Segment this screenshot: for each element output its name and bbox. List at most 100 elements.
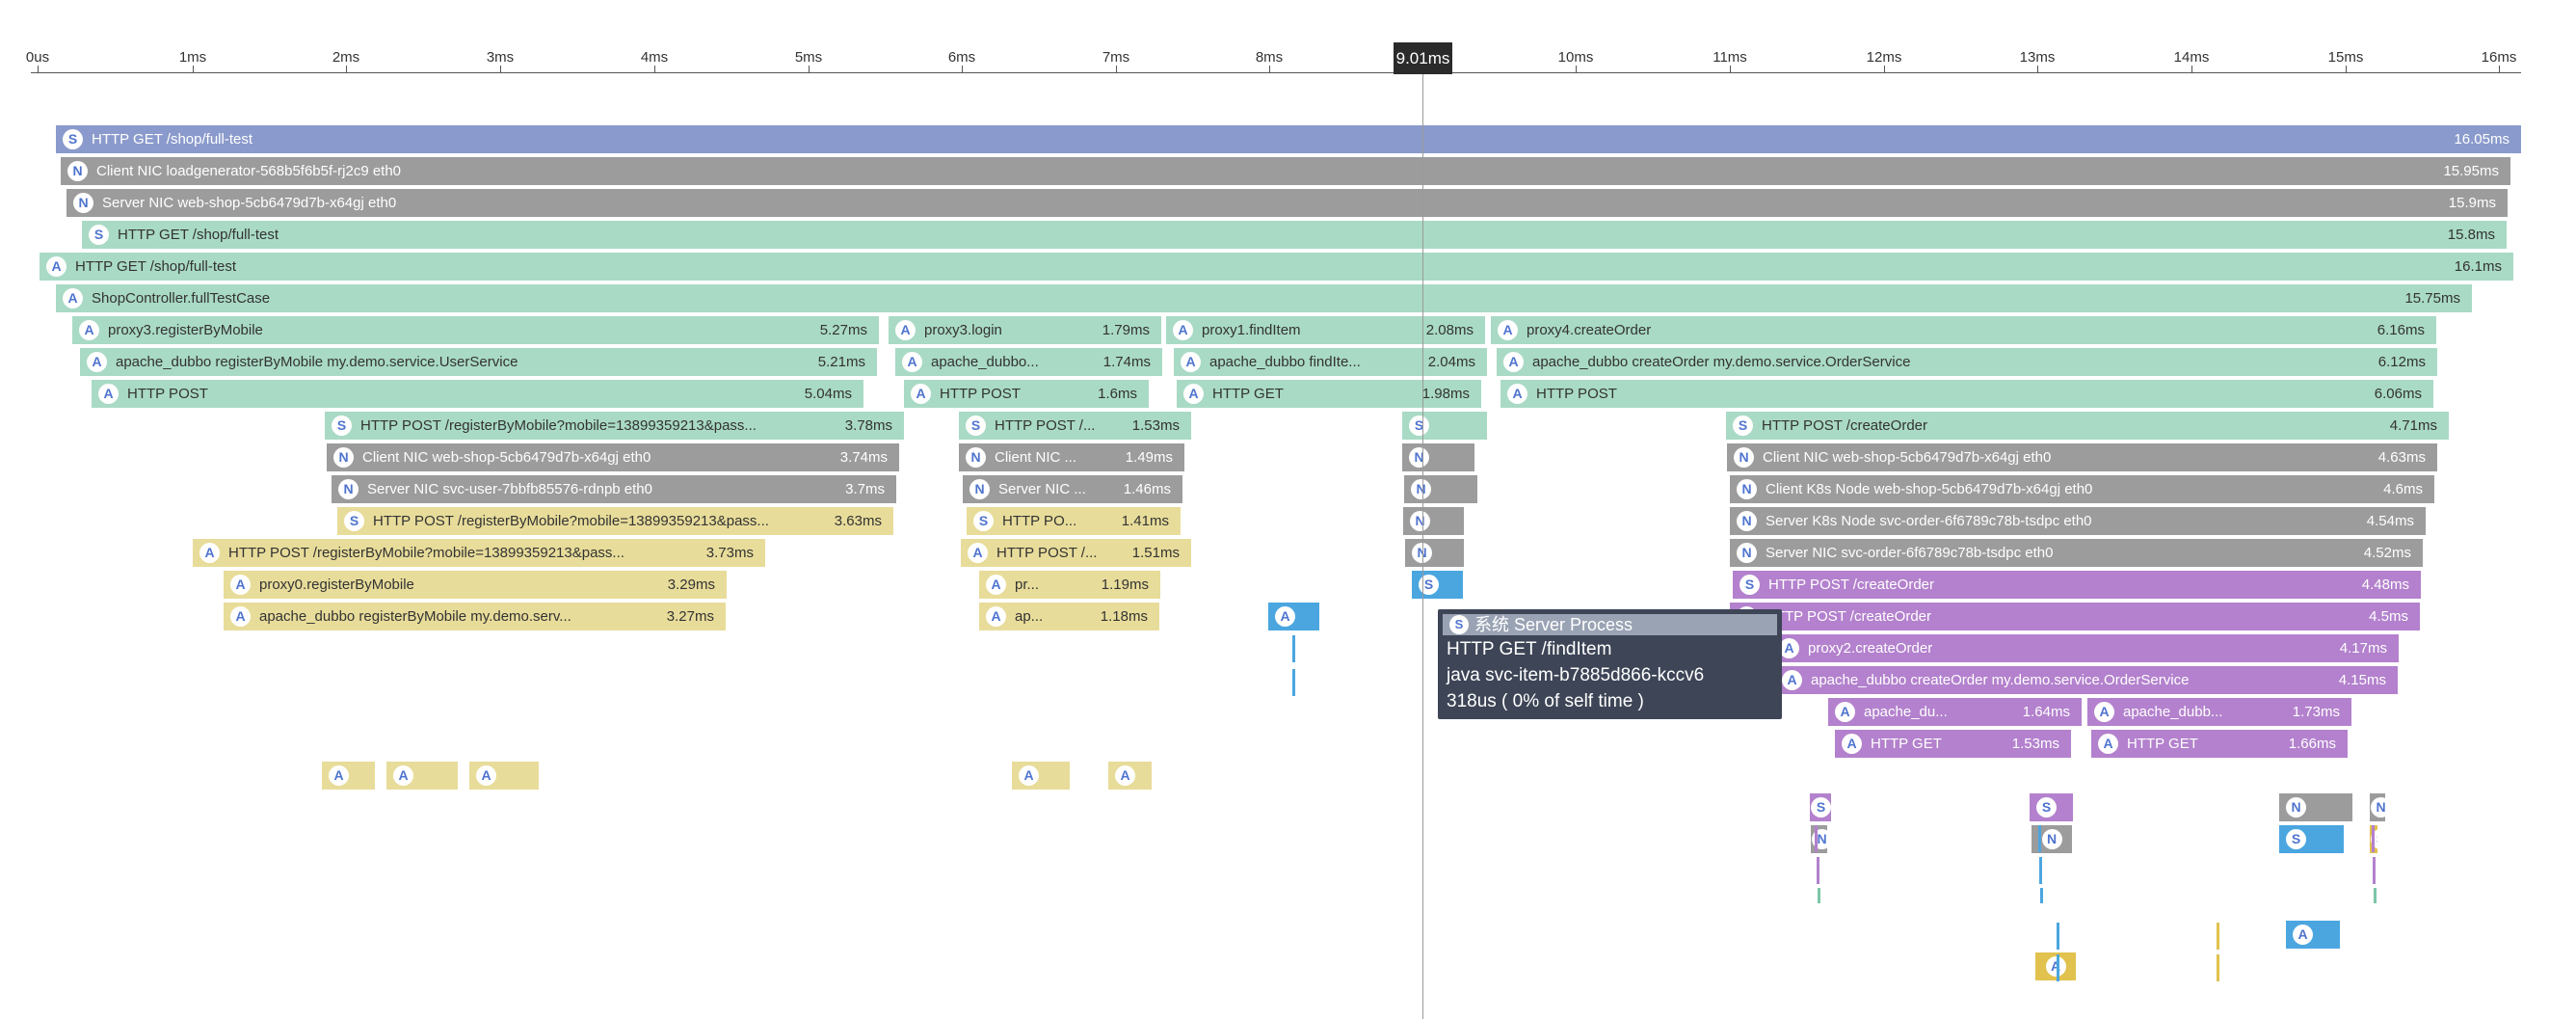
span-bar[interactable]: Aproxy3.login 1.79ms bbox=[889, 316, 1161, 344]
span-bar[interactable]: N Client NIC loadgenerator-568b5f6b5f-rj2… bbox=[61, 157, 2510, 185]
span-stick[interactable] bbox=[2039, 857, 2042, 884]
span-bar[interactable]: A HTTP POST 1.6ms bbox=[904, 380, 1149, 408]
span-stick[interactable] bbox=[2057, 954, 2059, 981]
span-bar[interactable]: S HTTP POST /... 1.53ms bbox=[959, 412, 1191, 440]
span-bar[interactable]: N Server NIC web-shop-5cb6479d7b-x64gj et… bbox=[66, 189, 2508, 217]
span-bar[interactable]: S HTTP GET /shop/full-test 15.8ms bbox=[82, 221, 2507, 249]
span-bar[interactable]: S HTTP POST /registerByMobile?mobile=1389… bbox=[325, 412, 904, 440]
span-bar[interactable]: A bbox=[2286, 921, 2340, 949]
span-stick[interactable] bbox=[1817, 857, 1819, 884]
span-bar[interactable]: S HTTP GET /shop/full-test 16.05ms bbox=[56, 125, 2521, 153]
span-stick[interactable] bbox=[2040, 888, 2043, 903]
span-bar[interactable]: Aproxy2.createOrder 4.17ms bbox=[1772, 634, 2399, 662]
tick-mark bbox=[1269, 66, 1270, 73]
tick-label: 5ms bbox=[794, 49, 823, 66]
span-bar[interactable]: S HTTP POST /createOrder 4.71ms bbox=[1726, 412, 2449, 440]
span-name: HTTP POST /... bbox=[995, 417, 1096, 434]
span-stick[interactable] bbox=[1292, 669, 1295, 696]
span-bar[interactable]: Aproxy4.createOrder 6.16ms bbox=[1491, 316, 2436, 344]
span-bar[interactable]: A HTTP GET 1.98ms bbox=[1177, 380, 1481, 408]
span-name: HTTP POST /... bbox=[996, 545, 1098, 561]
span-bar[interactable]: Aproxy0.registerByMobile 3.29ms bbox=[224, 571, 727, 599]
span-stick[interactable] bbox=[2217, 923, 2219, 950]
span-bar[interactable]: A bbox=[386, 762, 458, 790]
span-bar[interactable]: Aapache_dubbo registerByMobile my.demo.s… bbox=[80, 348, 877, 376]
span-bar[interactable]: Aapache_dubbo registerByMobile my.demo.s… bbox=[224, 603, 726, 630]
span-stick[interactable] bbox=[1815, 825, 1818, 852]
span-bar[interactable]: N Server K8s Node svc-order-6f6789c78b-ts… bbox=[1730, 507, 2426, 535]
span-bar[interactable]: Apr... 1.19ms bbox=[979, 571, 1160, 599]
span-bar[interactable]: A bbox=[1012, 762, 1070, 790]
span-bar[interactable]: A HTTP POST 6.06ms bbox=[1500, 380, 2433, 408]
span-bar[interactable]: S HTTP POST /registerByMobile?mobile=1389… bbox=[337, 507, 893, 535]
span-type-badge: S bbox=[1409, 416, 1429, 436]
span-bar[interactable]: A bbox=[1268, 603, 1319, 630]
span-bar[interactable]: N Client NIC web-shop-5cb6479d7b-x64gj et… bbox=[327, 443, 899, 471]
span-type-badge: N bbox=[1410, 511, 1430, 531]
span-duration: 1.6ms bbox=[1098, 386, 1137, 402]
span-bar[interactable]: N bbox=[2370, 793, 2385, 821]
span-bar[interactable]: Aapache_dubbo createOrder my.demo.servic… bbox=[1497, 348, 2437, 376]
span-stick[interactable] bbox=[1818, 888, 1820, 903]
span-stick[interactable] bbox=[2038, 825, 2041, 852]
span-bar[interactable]: Aap... 1.18ms bbox=[979, 603, 1159, 630]
span-duration: 5.27ms bbox=[819, 322, 867, 338]
span-bar[interactable]: S bbox=[2030, 793, 2073, 821]
span-bar[interactable]: A HTTP GET 1.66ms bbox=[2091, 730, 2348, 758]
span-duration: 4.63ms bbox=[2377, 449, 2426, 466]
span-bar[interactable]: N bbox=[1404, 475, 1477, 503]
span-bar[interactable]: AHTTP POST /createOrder4.5ms bbox=[1730, 603, 2420, 630]
span-bar[interactable]: N bbox=[1402, 443, 1474, 471]
span-bar[interactable]: N bbox=[1403, 507, 1464, 535]
span-bar[interactable]: N bbox=[1811, 825, 1827, 853]
span-bar[interactable]: Aapache_dubbo createOrder my.demo.servic… bbox=[1775, 666, 2398, 694]
span-duration: 3.29ms bbox=[667, 577, 715, 593]
span-type-badge: N bbox=[1409, 447, 1429, 468]
tick-label: 7ms bbox=[1102, 49, 1130, 66]
span-bar[interactable]: A ShopController.fullTestCase 15.75ms bbox=[56, 284, 2472, 312]
tick-mark bbox=[2191, 66, 2192, 73]
span-bar[interactable]: Aproxy1.findItem 2.08ms bbox=[1166, 316, 1485, 344]
span-bar[interactable]: Aapache_dubbo... 1.74ms bbox=[895, 348, 1162, 376]
span-bar[interactable]: Aapache_du... 1.64ms bbox=[1828, 698, 2082, 726]
span-bar[interactable]: A bbox=[2035, 952, 2076, 980]
span-bar[interactable]: A HTTP POST /registerByMobile?mobile=1389… bbox=[193, 539, 765, 567]
span-bar[interactable]: Aproxy3.registerByMobile 5.27ms bbox=[72, 316, 879, 344]
span-bar[interactable]: N Client NIC ... 1.49ms bbox=[959, 443, 1184, 471]
span-bar[interactable]: S HTTP POST /createOrder 4.48ms bbox=[1733, 571, 2421, 599]
span-bar[interactable]: A HTTP GET /shop/full-test 16.1ms bbox=[40, 253, 2513, 281]
span-bar[interactable]: A bbox=[1108, 762, 1152, 790]
span-stick[interactable] bbox=[2374, 888, 2377, 903]
span-bar[interactable]: S HTTP PO... 1.41ms bbox=[967, 507, 1181, 535]
span-bar[interactable]: A HTTP GET 1.53ms bbox=[1835, 730, 2071, 758]
span-bar[interactable]: Aapache_dubb... 1.73ms bbox=[2087, 698, 2351, 726]
span-bar[interactable]: A HTTP POST /... 1.51ms bbox=[961, 539, 1191, 567]
span-bar[interactable]: A bbox=[322, 762, 375, 790]
span-stick[interactable] bbox=[2372, 825, 2375, 852]
span-bar[interactable]: A HTTP POST 5.04ms bbox=[92, 380, 863, 408]
span-bar[interactable]: N bbox=[2279, 793, 2352, 821]
span-type-badge: A bbox=[98, 384, 119, 404]
span-bar[interactable]: N Server NIC ... 1.46ms bbox=[963, 475, 1182, 503]
span-bar[interactable]: Aapache_dubbo findIte... 2.04ms bbox=[1174, 348, 1487, 376]
span-stick[interactable] bbox=[2217, 954, 2219, 981]
span-stick[interactable] bbox=[2373, 857, 2376, 884]
span-stick[interactable] bbox=[1292, 635, 1295, 662]
span-name: HTTP POST bbox=[940, 386, 1021, 402]
span-bar[interactable]: S bbox=[1412, 571, 1463, 599]
span-bar[interactable]: N Client K8s Node web-shop-5cb6479d7b-x64… bbox=[1730, 475, 2434, 503]
span-bar[interactable]: A bbox=[469, 762, 539, 790]
span-bar[interactable]: S bbox=[2279, 825, 2344, 853]
span-bar[interactable]: N Server NIC svc-user-7bbfb85576-rdnpb et… bbox=[332, 475, 896, 503]
axis-line bbox=[31, 72, 2521, 73]
span-name: Server NIC ... bbox=[998, 481, 1086, 497]
span-stick[interactable] bbox=[2057, 923, 2059, 950]
span-bar[interactable]: N Server NIC svc-order-6f6789c78b-tsdpc e… bbox=[1730, 539, 2423, 567]
span-bar[interactable]: N bbox=[1405, 539, 1464, 567]
span-bar[interactable]: S bbox=[1810, 793, 1831, 821]
span-bar[interactable]: S bbox=[1402, 412, 1487, 440]
span-duration: 6.06ms bbox=[2374, 386, 2422, 402]
span-type-badge: A bbox=[1183, 384, 1204, 404]
span-bar[interactable]: N Client NIC web-shop-5cb6479d7b-x64gj et… bbox=[1727, 443, 2437, 471]
tick-label: 6ms bbox=[947, 49, 976, 66]
